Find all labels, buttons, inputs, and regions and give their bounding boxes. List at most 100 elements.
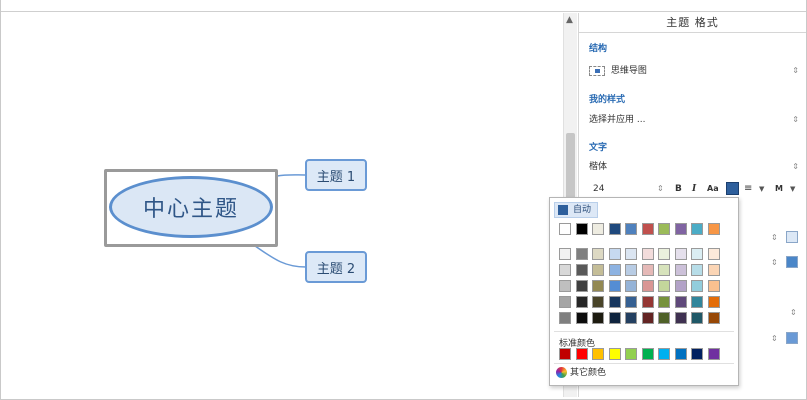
theme-shade-swatch[interactable] bbox=[674, 280, 687, 292]
select-arrow-icon[interactable]: ⇕ bbox=[771, 334, 778, 343]
theme-shade-swatch[interactable] bbox=[608, 280, 621, 292]
theme-shade-swatch[interactable] bbox=[592, 264, 604, 276]
italic-button[interactable]: I bbox=[692, 181, 696, 197]
theme-shade-swatch[interactable] bbox=[575, 280, 588, 292]
theme-shade-swatch[interactable] bbox=[641, 264, 654, 276]
standard-color-swatch[interactable] bbox=[625, 348, 637, 360]
theme-shade-swatch[interactable] bbox=[575, 248, 588, 260]
standard-color-swatch[interactable] bbox=[592, 348, 604, 360]
auto-color-option[interactable]: 自动 bbox=[554, 202, 598, 218]
theme-shade-swatch[interactable] bbox=[641, 248, 654, 260]
theme-shade-swatch[interactable] bbox=[674, 264, 687, 276]
standard-color-swatch[interactable] bbox=[658, 348, 670, 360]
mindmap-canvas[interactable] bbox=[1, 13, 563, 397]
style-select[interactable]: 选择并应用 ... ⇕ bbox=[589, 112, 801, 128]
align-dropdown-icon[interactable]: ▼ bbox=[759, 181, 764, 197]
more-dropdown-icon[interactable]: ▼ bbox=[790, 181, 795, 197]
theme-shade-swatch[interactable] bbox=[559, 264, 571, 276]
theme-shade-swatch[interactable] bbox=[691, 264, 703, 276]
more-format-button[interactable]: M bbox=[775, 181, 783, 197]
theme-shade-swatch[interactable] bbox=[559, 312, 571, 324]
theme-shade-swatch[interactable] bbox=[575, 312, 588, 324]
structure-select[interactable]: 思维导图 ⇕ bbox=[589, 63, 801, 79]
select-arrow-icon[interactable]: ⇕ bbox=[771, 233, 778, 242]
theme-shade-swatch[interactable] bbox=[608, 312, 621, 324]
theme-shade-swatch[interactable] bbox=[592, 280, 604, 292]
standard-color-swatch[interactable] bbox=[707, 348, 720, 360]
theme-color-swatch[interactable] bbox=[608, 223, 621, 235]
theme-shade-swatch[interactable] bbox=[691, 280, 703, 292]
theme-color-swatch[interactable] bbox=[707, 223, 720, 235]
topic-2[interactable]: 主题 2 bbox=[305, 251, 367, 283]
theme-shade-swatch[interactable] bbox=[575, 296, 588, 308]
font-size-value[interactable]: 24 bbox=[593, 181, 604, 197]
standard-color-swatch[interactable] bbox=[575, 348, 588, 360]
theme-color-swatch[interactable] bbox=[674, 223, 687, 235]
theme-shade-swatch[interactable] bbox=[707, 280, 720, 292]
standard-color-swatch[interactable] bbox=[559, 348, 571, 360]
theme-color-swatch[interactable] bbox=[559, 223, 571, 235]
theme-shade-swatch[interactable] bbox=[641, 312, 654, 324]
topic-1[interactable]: 主题 1 bbox=[305, 159, 367, 191]
line-color-swatch[interactable] bbox=[786, 332, 798, 344]
align-center-icon[interactable]: ≡ bbox=[744, 181, 752, 197]
standard-color-swatch[interactable] bbox=[674, 348, 687, 360]
theme-color-swatch[interactable] bbox=[575, 223, 588, 235]
theme-shade-swatch[interactable] bbox=[658, 248, 670, 260]
theme-shade-swatch[interactable] bbox=[625, 280, 637, 292]
theme-shade-swatch[interactable] bbox=[608, 296, 621, 308]
select-arrow-icon: ⇕ bbox=[792, 162, 799, 171]
theme-shade-swatch[interactable] bbox=[608, 248, 621, 260]
theme-shade-swatch[interactable] bbox=[592, 296, 604, 308]
theme-shade-swatch[interactable] bbox=[658, 312, 670, 324]
standard-color-swatch[interactable] bbox=[641, 348, 654, 360]
topic-2-label: 主题 2 bbox=[316, 261, 356, 277]
theme-shade-swatch[interactable] bbox=[625, 312, 637, 324]
theme-shade-swatch[interactable] bbox=[575, 264, 588, 276]
theme-shade-swatch[interactable] bbox=[625, 248, 637, 260]
theme-color-swatch[interactable] bbox=[625, 223, 637, 235]
border-color-swatch[interactable] bbox=[786, 256, 798, 268]
theme-shade-swatch[interactable] bbox=[691, 248, 703, 260]
theme-color-swatch[interactable] bbox=[691, 223, 703, 235]
theme-shade-swatch[interactable] bbox=[691, 296, 703, 308]
theme-shade-swatch[interactable] bbox=[691, 312, 703, 324]
theme-shade-swatch[interactable] bbox=[592, 312, 604, 324]
theme-color-swatch[interactable] bbox=[658, 223, 670, 235]
theme-shade-swatch[interactable] bbox=[559, 248, 571, 260]
other-colors-option[interactable]: 其它颜色 bbox=[556, 367, 606, 379]
theme-shade-swatch[interactable] bbox=[559, 296, 571, 308]
standard-color-swatch[interactable] bbox=[691, 348, 703, 360]
font-select[interactable]: 楷体 ⇕ bbox=[589, 159, 801, 175]
scroll-up-icon[interactable]: ▲ bbox=[566, 15, 573, 25]
theme-color-swatch[interactable] bbox=[592, 223, 604, 235]
theme-shade-swatch[interactable] bbox=[641, 280, 654, 292]
theme-shade-swatch[interactable] bbox=[625, 264, 637, 276]
theme-shade-swatch[interactable] bbox=[674, 296, 687, 308]
theme-shade-swatch[interactable] bbox=[658, 264, 670, 276]
theme-shade-swatch[interactable] bbox=[658, 296, 670, 308]
theme-shade-swatch[interactable] bbox=[559, 280, 571, 292]
theme-shade-swatch[interactable] bbox=[707, 264, 720, 276]
fill-color-swatch[interactable] bbox=[786, 231, 798, 243]
select-arrow-icon[interactable]: ⇕ bbox=[790, 308, 797, 317]
theme-color-swatch[interactable] bbox=[641, 223, 654, 235]
theme-shade-swatch[interactable] bbox=[707, 296, 720, 308]
theme-shade-swatch[interactable] bbox=[608, 264, 621, 276]
select-arrow-icon[interactable]: ⇕ bbox=[771, 258, 778, 267]
theme-shade-swatch[interactable] bbox=[707, 248, 720, 260]
theme-shade-swatch[interactable] bbox=[625, 296, 637, 308]
size-stepper-icon[interactable]: ⇕ bbox=[657, 181, 664, 197]
theme-shade-swatch[interactable] bbox=[674, 248, 687, 260]
theme-shade-swatch[interactable] bbox=[641, 296, 654, 308]
bold-button[interactable]: B bbox=[675, 181, 682, 197]
text-case-button[interactable]: Aa bbox=[707, 181, 719, 197]
central-topic[interactable]: 中心主题 bbox=[109, 176, 273, 238]
theme-shade-swatch[interactable] bbox=[674, 312, 687, 324]
theme-shade-swatch[interactable] bbox=[592, 248, 604, 260]
theme-shade-swatch[interactable] bbox=[707, 312, 720, 324]
connector-lines bbox=[250, 174, 307, 268]
text-color-button[interactable] bbox=[726, 182, 739, 195]
standard-color-swatch[interactable] bbox=[608, 348, 621, 360]
theme-shade-swatch[interactable] bbox=[658, 280, 670, 292]
